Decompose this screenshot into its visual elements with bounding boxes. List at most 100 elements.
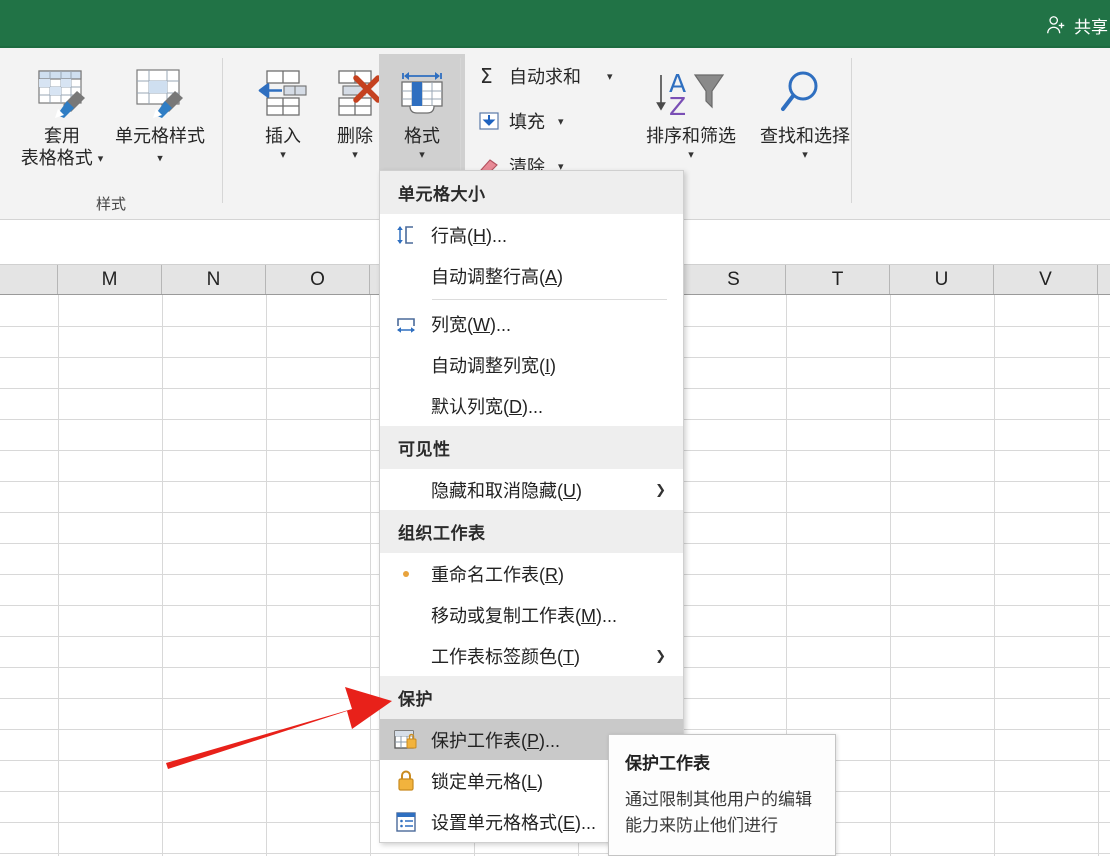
column-header[interactable] (0, 265, 58, 294)
tooltip-body: 通过限制其他用户的编辑能力来防止他们进行 (625, 790, 812, 835)
menu-item-item[interactable]: 自动调整行高(A) (380, 255, 683, 296)
excel-window: 共享 套用 表格格式 ▾ 单元格样式 ▾ 样式 插入 ▾ 删除 ▾ 格式 ▾ Σ… (0, 0, 1110, 856)
grid-column-line (994, 295, 995, 856)
menu-item-item[interactable]: 自动调整列宽(I) (380, 344, 683, 385)
column-header-V[interactable]: V (994, 265, 1098, 294)
group-separator (851, 58, 852, 203)
magnifier-icon (776, 62, 834, 124)
chevron-down-icon[interactable]: ▾ (802, 149, 808, 161)
find-select-button[interactable]: 查找和选择 ▾ (751, 54, 859, 190)
chevron-down-icon[interactable]: ▾ (98, 153, 104, 165)
format-as-table-label-2: 表格格式 (20, 147, 93, 168)
grid-column-line (58, 295, 59, 856)
menu-item-label: 工作表标签颜色(T) (431, 646, 580, 667)
menu-section-header: 单元格大小 (380, 171, 683, 214)
row-height-icon (389, 220, 423, 250)
grid-column-line (370, 295, 371, 856)
find-select-label: 查找和选择 (760, 126, 850, 146)
delete-cells-label: 删除 (337, 126, 373, 146)
submenu-arrow-icon: ❯ (655, 648, 666, 663)
menu-section-header: 保护 (380, 676, 683, 719)
no-icon (389, 261, 423, 291)
chevron-down-icon[interactable]: ▾ (688, 149, 694, 161)
cell-styles-button[interactable]: 单元格样式 ▾ (112, 54, 208, 190)
format-as-table-icon (33, 62, 91, 124)
column-header-O[interactable]: O (266, 265, 370, 294)
menu-item-column-width[interactable]: 列宽(W)... (380, 303, 683, 344)
grid-column-line (1098, 295, 1099, 856)
no-icon (389, 600, 423, 630)
column-header-T[interactable]: T (786, 265, 890, 294)
format-as-table-button[interactable]: 套用 表格格式 ▾ (14, 54, 110, 190)
grid-row-line (0, 853, 1110, 854)
menu-item-item[interactable]: 隐藏和取消隐藏(U) ❯ (380, 469, 683, 510)
title-bar: 共享 (0, 0, 1110, 48)
menu-item-label: 保护工作表(P)... (431, 730, 561, 751)
column-width-icon (389, 309, 423, 339)
protect-sheet-tooltip: 保护工作表 通过限制其他用户的编辑能力来防止他们进行 (608, 734, 836, 856)
menu-item-item[interactable]: 移动或复制工作表(M)... (380, 594, 683, 635)
menu-separator (432, 299, 667, 300)
fill-down-icon (477, 109, 501, 133)
share-button[interactable]: 共享 (1045, 12, 1110, 38)
grid-column-line (266, 295, 267, 856)
tooltip-title: 保护工作表 (625, 754, 710, 773)
rename-sheet-icon (389, 559, 423, 589)
menu-item-label: 重命名工作表(R) (431, 564, 564, 585)
sigma-icon: Σ (477, 64, 501, 88)
sort-filter-label: 排序和筛选 (646, 126, 736, 146)
menu-item-label: 移动或复制工作表(M)... (431, 605, 617, 626)
ribbon-group-label-styles: 样式 (95, 196, 126, 213)
format-cells-icon (393, 62, 451, 124)
autosum-button[interactable]: Σ 自动求和 ▾ (477, 63, 613, 89)
menu-item-label: 默认列宽(D)... (431, 396, 543, 417)
menu-item-label: 锁定单元格(L) (431, 771, 544, 792)
menu-item-row-height[interactable]: 行高(H)... (380, 214, 683, 255)
fill-button[interactable]: 填充 ▾ (477, 108, 564, 134)
menu-item-rename-sheet[interactable]: 重命名工作表(R) (380, 553, 683, 594)
menu-item-label: 隐藏和取消隐藏(U) (431, 480, 582, 501)
format-cells-dialog-icon (389, 807, 423, 837)
share-label: 共享 (1074, 17, 1108, 37)
fill-label: 填充 (509, 112, 545, 132)
menu-item-item[interactable]: 工作表标签颜色(T) ❯ (380, 635, 683, 676)
insert-cells-icon (254, 62, 312, 124)
svg-text:Z: Z (669, 92, 686, 121)
chevron-down-icon[interactable]: ▾ (419, 149, 425, 161)
format-as-table-label-1: 套用 (44, 126, 80, 146)
menu-item-label: 自动调整列宽(I) (431, 355, 557, 376)
chevron-down-icon[interactable]: ▾ (607, 70, 613, 83)
column-header-N[interactable]: N (162, 265, 266, 294)
chevron-down-icon[interactable]: ▾ (157, 153, 163, 165)
menu-section-header: 可见性 (380, 426, 683, 469)
lock-icon (389, 766, 423, 796)
sort-filter-icon: A Z (655, 62, 727, 124)
no-icon (389, 350, 423, 380)
column-header-M[interactable]: M (58, 265, 162, 294)
delete-cells-icon (326, 62, 384, 124)
chevron-down-icon[interactable]: ▾ (280, 149, 286, 161)
menu-item-label: 列宽(W)... (431, 314, 511, 335)
menu-item-label: 设置单元格格式(E)... (431, 812, 597, 833)
no-icon (389, 475, 423, 505)
format-cells-label: 格式 (404, 126, 440, 146)
svg-text:Σ: Σ (480, 65, 493, 87)
insert-cells-label: 插入 (265, 126, 301, 146)
column-header[interactable] (1098, 265, 1110, 294)
column-header-S[interactable]: S (682, 265, 786, 294)
menu-section-header: 组织工作表 (380, 510, 683, 553)
cell-styles-icon (131, 62, 189, 124)
ribbon-group-styles: 套用 表格格式 ▾ 单元格样式 ▾ 样式 (0, 48, 222, 220)
submenu-arrow-icon: ❯ (655, 482, 666, 497)
chevron-down-icon[interactable]: ▾ (558, 115, 564, 128)
menu-item-item[interactable]: 默认列宽(D)... (380, 385, 683, 426)
grid-column-line (890, 295, 891, 856)
column-header-U[interactable]: U (890, 265, 994, 294)
protect-sheet-icon (389, 725, 423, 755)
person-add-icon (1045, 14, 1067, 36)
chevron-down-icon[interactable]: ▾ (352, 149, 358, 161)
menu-item-label: 自动调整行高(A) (431, 266, 564, 287)
autosum-label: 自动求和 (509, 67, 581, 87)
cell-styles-label: 单元格样式 (115, 126, 205, 146)
menu-item-label: 行高(H)... (431, 225, 507, 246)
